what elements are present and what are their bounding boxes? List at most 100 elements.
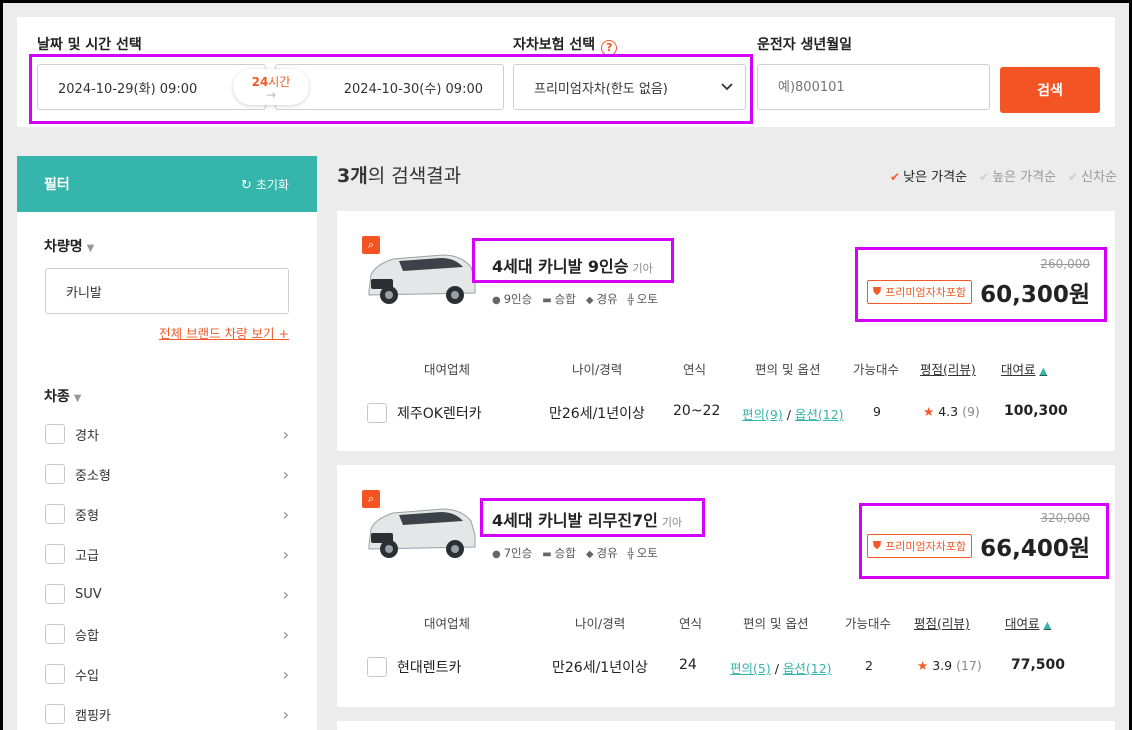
type-item-van[interactable]: 승합 › xyxy=(45,614,289,654)
spec-class: ▬ 승합 xyxy=(542,291,576,307)
spec-seats: ● 9인승 xyxy=(492,291,532,307)
convenience-link[interactable]: 편의(5) xyxy=(730,661,771,676)
col-fee[interactable]: 대여료 ▲ xyxy=(1005,613,1051,632)
chevron-right-icon[interactable]: › xyxy=(283,705,289,724)
chevron-right-icon[interactable]: › xyxy=(283,665,289,684)
car-name-title[interactable]: 차량명 ▼ xyxy=(44,236,94,256)
options-link[interactable]: 옵션(12) xyxy=(783,661,832,676)
type-item-midsize[interactable]: 중형 › xyxy=(45,494,289,534)
car-image[interactable] xyxy=(363,247,479,309)
col-rating[interactable]: 평점(리뷰) xyxy=(920,359,976,378)
row-sep: / xyxy=(782,407,795,422)
price-area: 320,000 ⛊ 프리미엄자차포함 66,400원 xyxy=(866,511,1090,563)
hours-unit: 시간 xyxy=(268,75,291,89)
col-available: 가능대수 xyxy=(853,362,900,377)
page-frame: 날짜 및 시간 선택 2024-10-29(화) 09:00 24시간 → 20… xyxy=(3,3,1129,730)
car-brand: 기아 xyxy=(661,516,683,529)
car-type-list: 경차 › 중소형 › 중형 › 고급 › SUV › 승합 › 수입 › 캠핑카 › xyxy=(45,414,289,730)
col-age: 나이/경력 xyxy=(572,362,623,377)
col-rating[interactable]: 평점(리뷰) xyxy=(914,613,970,632)
car-icon: ▬ xyxy=(542,549,552,560)
type-item-suv[interactable]: SUV › xyxy=(45,574,289,614)
convenience-link[interactable]: 편의(9) xyxy=(742,407,783,422)
reset-button[interactable]: ↻ 초기화 xyxy=(241,176,289,193)
results-title: 3개의 검색결과 xyxy=(337,161,461,188)
spec-fuel-text: 경유 xyxy=(596,546,618,560)
row-company[interactable]: 제주OK렌터카 xyxy=(397,403,482,423)
row-checkbox[interactable] xyxy=(367,403,387,423)
car-name[interactable]: 4세대 카니발 9인승 기아 xyxy=(492,253,653,277)
row-fee: 100,300 xyxy=(1004,403,1068,419)
sort-low-price[interactable]: ✔ 낮은 가격순 xyxy=(890,166,967,185)
row-company[interactable]: 현대렌트카 xyxy=(397,657,461,677)
chevron-right-icon[interactable]: › xyxy=(283,425,289,444)
check-icon: ✔ xyxy=(890,170,901,184)
row-fee: 77,500 xyxy=(1011,657,1066,673)
chevron-right-icon[interactable]: › xyxy=(283,465,289,484)
col-fee[interactable]: 대여료 ▲ xyxy=(1001,359,1047,378)
checkbox[interactable] xyxy=(45,424,65,444)
checkbox[interactable] xyxy=(45,584,65,604)
birth-label: 운전자 생년월일 xyxy=(757,37,853,53)
checkbox[interactable] xyxy=(45,624,65,644)
filter-sidebar: 필터 ↻ 초기화 차량명 ▼ 카니발 전체 브랜드 차량 보기 + 차종 ▼ 경차 › … xyxy=(17,156,317,730)
sort-options: ✔ 낮은 가격순 ✔ 높은 가격순 ✔ 신차순 xyxy=(890,166,1117,185)
chevron-right-icon[interactable]: › xyxy=(283,585,289,604)
checkbox[interactable] xyxy=(45,504,65,524)
chevron-right-icon[interactable]: › xyxy=(283,545,289,564)
row-options: 편의(9) / 옵션(12) xyxy=(742,404,844,423)
chevron-down-icon xyxy=(721,83,733,91)
type-label: 승합 xyxy=(75,628,99,644)
car-image[interactable] xyxy=(363,501,479,563)
shield-icon: ⛊ xyxy=(872,285,882,298)
gear-shift-icon: ╬ xyxy=(627,549,634,560)
col-options: 편의 및 옵션 xyxy=(743,616,809,631)
birthdate-input[interactable] xyxy=(757,64,990,110)
start-datetime-field[interactable]: 2024-10-29(화) 09:00 xyxy=(37,64,266,110)
chevron-right-icon[interactable]: › xyxy=(283,625,289,644)
all-brands-link[interactable]: 전체 브랜드 차량 보기 + xyxy=(159,323,289,342)
type-item-light[interactable]: 경차 › xyxy=(45,414,289,454)
checkbox[interactable] xyxy=(45,464,65,484)
sort-high-price[interactable]: ✔ 높은 가격순 xyxy=(979,166,1056,185)
caret-down-icon: ▼ xyxy=(86,243,95,254)
type-item-camping[interactable]: 캠핑카 › xyxy=(45,694,289,730)
start-datetime-value: 2024-10-29(화) 09:00 xyxy=(58,81,198,97)
help-icon[interactable]: ? xyxy=(601,39,618,56)
person-icon: ● xyxy=(492,549,501,560)
options-link[interactable]: 옵션(12) xyxy=(795,407,844,422)
car-name[interactable]: 4세대 카니발 리무진7인 기아 xyxy=(492,507,682,531)
insurance-label-text: 자차보험 선택 xyxy=(513,37,596,53)
car-name-input[interactable]: 카니발 xyxy=(45,268,289,314)
car-name-title-text: 차량명 xyxy=(44,239,83,255)
end-datetime-value: 2024-10-30(수) 09:00 xyxy=(343,81,483,97)
row-checkbox[interactable] xyxy=(367,657,387,677)
row-available: 2 xyxy=(865,658,873,673)
insurance-badge-text: 프리미엄자차포함 xyxy=(885,286,967,299)
chevron-right-icon[interactable]: › xyxy=(283,505,289,524)
sort-up-icon: ▲ xyxy=(1039,366,1048,377)
original-price: 320,000 xyxy=(1040,511,1090,525)
type-item-import[interactable]: 수입 › xyxy=(45,654,289,694)
checkbox[interactable] xyxy=(45,664,65,684)
col-year: 연식 xyxy=(683,362,707,377)
type-label: SUV xyxy=(75,586,102,602)
type-item-luxury[interactable]: 고급 › xyxy=(45,534,289,574)
col-year: 연식 xyxy=(679,616,703,631)
search-button[interactable]: 검색 xyxy=(1000,67,1100,113)
insurance-select[interactable]: 프리미엄자차(한도 없음) xyxy=(513,64,746,110)
end-datetime-field[interactable]: 2024-10-30(수) 09:00 xyxy=(275,64,504,110)
sort-newest[interactable]: ✔ 신차순 xyxy=(1068,166,1117,185)
type-item-compact[interactable]: 중소형 › xyxy=(45,454,289,494)
car-specs: ● 7인승 ▬ 승합 ◆ 경유 ╬ 오토 xyxy=(492,545,658,561)
row-rating: ★ 4.3 (9) xyxy=(923,404,980,419)
spec-class-text: 승합 xyxy=(554,292,576,306)
results-suffix: 의 검색결과 xyxy=(367,165,462,187)
checkbox[interactable] xyxy=(45,544,65,564)
price-area: 260,000 ⛊ 프리미엄자차포함 60,300원 xyxy=(866,257,1090,309)
type-label: 수입 xyxy=(75,668,99,684)
type-label: 중형 xyxy=(75,508,99,524)
checkbox[interactable] xyxy=(45,704,65,724)
car-type-title[interactable]: 차종 ▼ xyxy=(44,386,81,406)
car-type-title-text: 차종 xyxy=(44,389,70,405)
